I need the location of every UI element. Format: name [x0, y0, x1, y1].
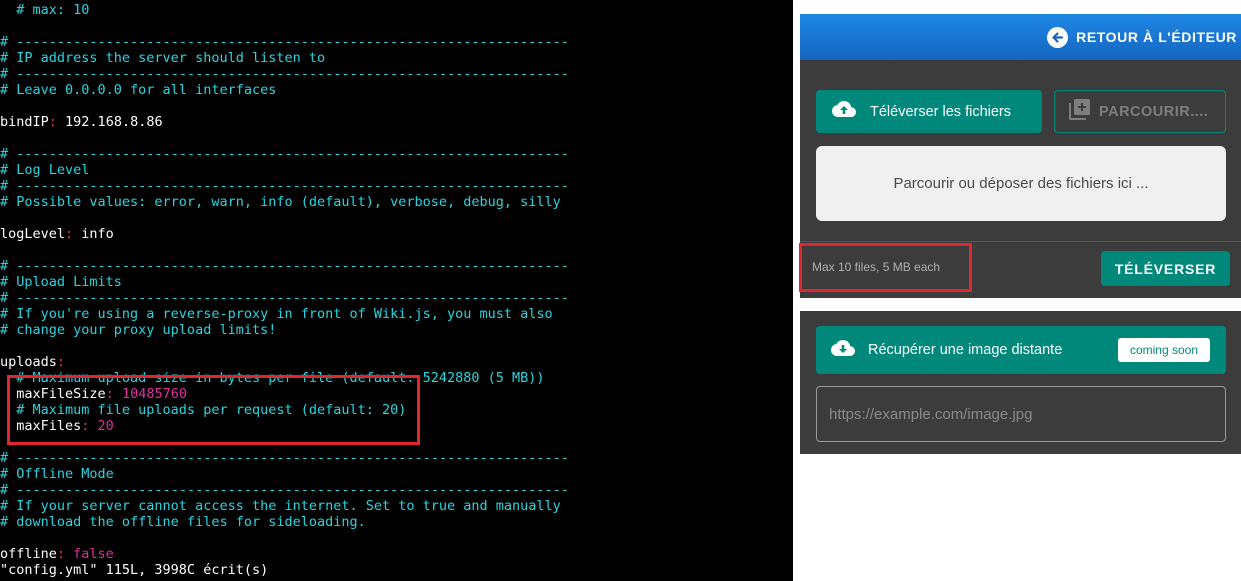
- terminal-line: # download the offline files for sideloa…: [0, 514, 366, 530]
- cloud-download-icon: [831, 339, 855, 362]
- terminal-text-key: offline: [0, 546, 57, 562]
- terminal-text-comment: # Upload Limits: [0, 274, 122, 290]
- terminal-text-key: uploads: [0, 354, 57, 370]
- asset-upload-panel: RETOUR À L'ÉDITEUR Téléverser les fichie…: [800, 14, 1241, 454]
- terminal-text-val: "config.yml" 115L, 3998C écrit(s): [0, 562, 269, 578]
- terminal-text-val: info: [73, 226, 114, 242]
- terminal-text-key: logLevel: [0, 226, 66, 242]
- terminal-line: # If you're using a reverse-proxy in fro…: [0, 306, 553, 322]
- terminal-text-comment: # download the offline files for sideloa…: [0, 514, 366, 530]
- upload-files-button[interactable]: Téléverser les fichiers: [816, 90, 1042, 133]
- terminal-line: # change your proxy upload limits!: [0, 322, 276, 338]
- coming-soon-label: coming soon: [1129, 343, 1198, 357]
- upload-files-label: Téléverser les fichiers: [870, 103, 1012, 120]
- terminal-text-comment: # --------------------------------------…: [0, 290, 569, 306]
- terminal-line: uploads:: [0, 354, 65, 370]
- terminal-text-colon: :: [56, 354, 66, 370]
- terminal-line: # --------------------------------------…: [0, 290, 569, 306]
- highlight-box-limits: [799, 243, 972, 292]
- terminal-text-comment: # Log Level: [0, 162, 90, 178]
- terminal-text-comment: # change your proxy upload limits!: [0, 322, 277, 338]
- remote-image-card: Récupérer une image distante coming soon: [800, 311, 1241, 454]
- terminal-text-comment: # --------------------------------------…: [0, 258, 569, 274]
- terminal-text-comment: # --------------------------------------…: [0, 34, 569, 50]
- terminal-line: # IP address the server should listen to: [0, 50, 325, 66]
- file-dropzone[interactable]: Parcourir ou déposer des fichiers ici ..…: [816, 146, 1226, 221]
- coming-soon-badge: coming soon: [1117, 338, 1210, 362]
- cloud-upload-icon: [832, 100, 856, 123]
- terminal-text-comment: # If you're using a reverse-proxy in fro…: [0, 306, 553, 322]
- terminal-line: # --------------------------------------…: [0, 34, 569, 50]
- highlight-box-upload-config: [7, 375, 420, 445]
- terminal-text-comment: # --------------------------------------…: [0, 482, 569, 498]
- terminal-line: # --------------------------------------…: [0, 450, 569, 466]
- remote-image-bar: Récupérer une image distante coming soon: [816, 326, 1226, 374]
- remote-image-url-input[interactable]: [816, 386, 1226, 442]
- browse-button[interactable]: PARCOURIR....: [1054, 90, 1226, 133]
- upload-submit-label: TÉLÉVERSER: [1114, 260, 1217, 277]
- terminal-text-comment: # IP address the server should listen to: [0, 50, 326, 66]
- terminal-line: # If your server cannot access the inter…: [0, 498, 561, 514]
- terminal-text-comment: # --------------------------------------…: [0, 66, 569, 82]
- terminal-text-comment: # --------------------------------------…: [0, 146, 569, 162]
- terminal-line: # --------------------------------------…: [0, 66, 569, 82]
- terminal-text-comment: # Possible values: error, warn, info (de…: [0, 194, 561, 210]
- terminal-line: # Offline Mode: [0, 466, 114, 482]
- terminal-text-comment: # max: 10: [0, 2, 90, 18]
- terminal-text-comment: # --------------------------------------…: [0, 178, 569, 194]
- terminal-line: # max: 10: [0, 2, 89, 18]
- add-library-icon: [1069, 98, 1091, 125]
- terminal-line: bindIP: 192.168.8.86: [0, 114, 163, 130]
- terminal-text-colon: :: [48, 114, 57, 130]
- browse-label: PARCOURIR....: [1099, 103, 1209, 120]
- upload-submit-button[interactable]: TÉLÉVERSER: [1101, 251, 1230, 286]
- terminal-line: "config.yml" 115L, 3998C écrit(s): [0, 562, 268, 578]
- terminal-text-colon: :: [56, 546, 66, 562]
- terminal-line: # --------------------------------------…: [0, 146, 569, 162]
- terminal-line: # --------------------------------------…: [0, 258, 569, 274]
- terminal-text-comment: # Leave 0.0.0.0 for all interfaces: [0, 82, 277, 98]
- remote-image-label: Récupérer une image distante: [868, 342, 1063, 358]
- back-to-editor-label: RETOUR À L'ÉDITEUR: [1076, 29, 1237, 45]
- terminal-text-kw: false: [65, 546, 114, 562]
- terminal-line: # --------------------------------------…: [0, 482, 569, 498]
- terminal-text-comment: # If your server cannot access the inter…: [0, 498, 561, 514]
- terminal-text-val: 192.168.8.86: [56, 114, 163, 130]
- back-to-editor-button[interactable]: RETOUR À L'ÉDITEUR: [1047, 24, 1237, 50]
- terminal-text-colon: :: [65, 226, 74, 242]
- terminal-window[interactable]: # max: 10 # -----------------------------…: [0, 0, 793, 581]
- top-bar: RETOUR À L'ÉDITEUR: [800, 14, 1241, 60]
- divider: [800, 241, 1241, 242]
- terminal-line: # Possible values: error, warn, info (de…: [0, 194, 561, 210]
- terminal-line: # Leave 0.0.0.0 for all interfaces: [0, 82, 276, 98]
- terminal-text-comment: # --------------------------------------…: [0, 450, 569, 466]
- arrow-left-icon: [1047, 26, 1069, 48]
- terminal-line: # Upload Limits: [0, 274, 122, 290]
- terminal-line: # Log Level: [0, 162, 89, 178]
- terminal-text-key: bindIP: [0, 114, 49, 130]
- terminal-line: logLevel: info: [0, 226, 114, 242]
- terminal-line: offline: false: [0, 546, 114, 562]
- dropzone-text: Parcourir ou déposer des fichiers ici ..…: [893, 175, 1149, 192]
- terminal-text-comment: # Offline Mode: [0, 466, 114, 482]
- terminal-line: # --------------------------------------…: [0, 178, 569, 194]
